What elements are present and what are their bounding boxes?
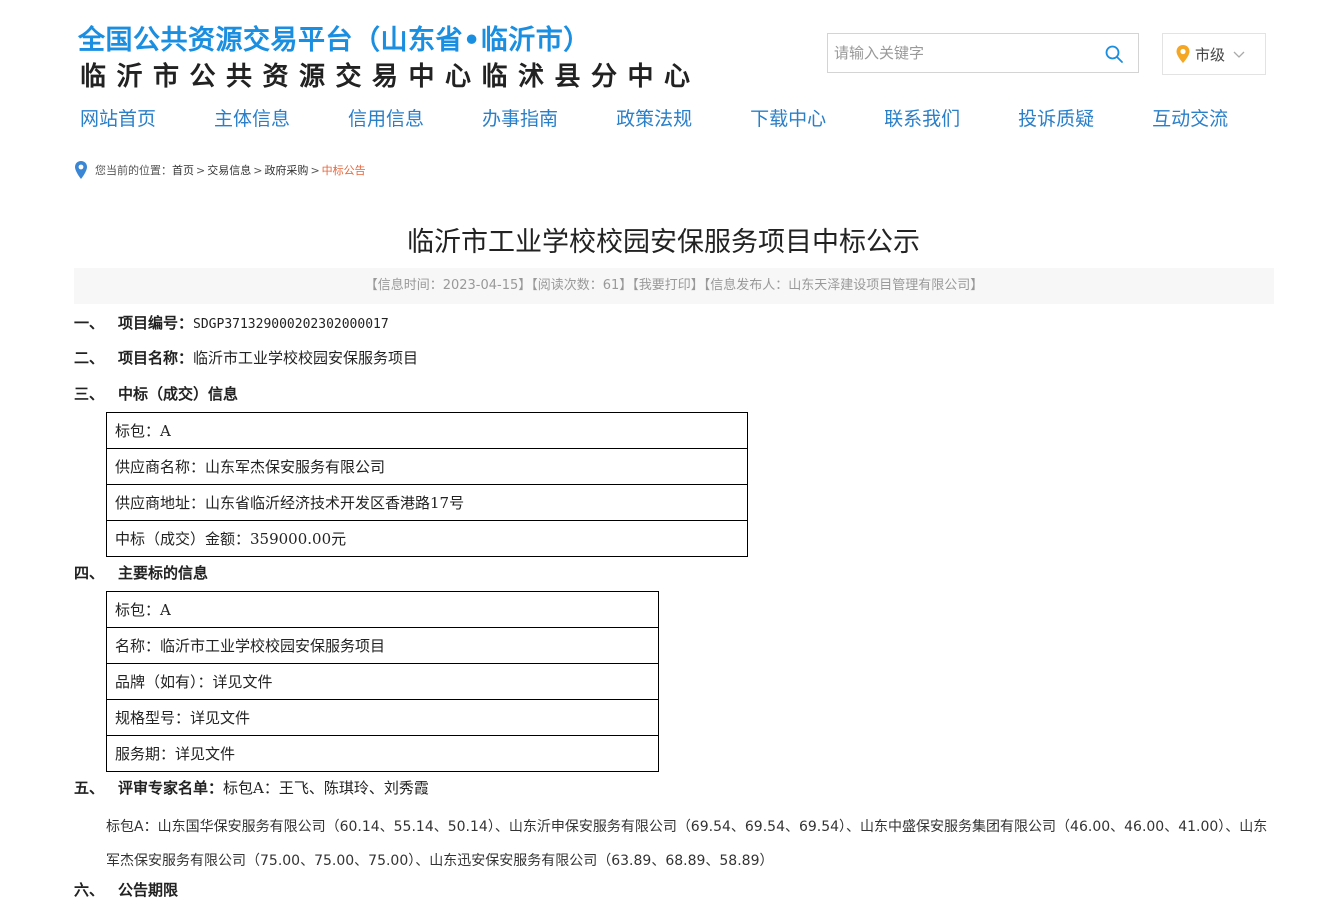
breadcrumb-home[interactable]: 首页 bbox=[172, 162, 194, 178]
table-row: 品牌（如有）：详见文件 bbox=[106, 663, 659, 700]
award-lot: 标包：A bbox=[106, 412, 748, 449]
section-award-info: 三、 中标（成交）信息 bbox=[74, 385, 239, 403]
subject-spec: 规格型号：详见文件 bbox=[106, 699, 659, 736]
article-meta: 【信息时间：2023-04-15】【阅读次数：61】【我要打印】【信息发布人：山… bbox=[74, 268, 1274, 304]
chevron-down-icon bbox=[1233, 51, 1245, 58]
nav-item-contact[interactable]: 联系我们 bbox=[884, 104, 960, 131]
subject-info-table: 标包：A 名称：临沂市工业学校校园安保服务项目 品牌（如有）：详见文件 规格型号… bbox=[106, 591, 659, 772]
section-project-name: 二、 项目名称：临沂市工业学校校园安保服务项目 bbox=[74, 349, 419, 367]
location-marker-icon bbox=[75, 161, 87, 179]
table-row: 名称：临沂市工业学校校园安保服务项目 bbox=[106, 627, 659, 664]
breadcrumb-prefix: 您当前的位置： bbox=[95, 164, 172, 177]
search-box bbox=[827, 33, 1139, 73]
subject-lot: 标包：A bbox=[106, 591, 659, 628]
nav-item-interaction[interactable]: 互动交流 bbox=[1152, 104, 1228, 131]
city-level-label: 市级 bbox=[1195, 45, 1226, 64]
table-row: 标包：A bbox=[106, 591, 659, 628]
breadcrumb-gov-procurement[interactable]: 政府采购 bbox=[264, 162, 308, 178]
award-supplier-address: 供应商地址：山东省临沂经济技术开发区香港路17号 bbox=[106, 484, 748, 521]
table-row: 标包：A bbox=[106, 412, 748, 449]
nav-item-entity-info[interactable]: 主体信息 bbox=[214, 104, 290, 131]
nav-item-guide[interactable]: 办事指南 bbox=[482, 104, 558, 131]
section-project-number: 一、 项目编号：SDGP371329000202302000017 bbox=[74, 314, 389, 332]
table-row: 中标（成交）金额：359000.00元 bbox=[106, 520, 748, 557]
breadcrumb: 您当前的位置： 首页 > 交易信息 > 政府采购 > 中标公告 bbox=[74, 160, 366, 180]
subject-service-period: 服务期：详见文件 bbox=[106, 735, 659, 772]
table-row: 规格型号：详见文件 bbox=[106, 699, 659, 736]
search-input[interactable] bbox=[828, 34, 1088, 72]
bid-scores-text: 标包A：山东国华保安服务有限公司（60.14、55.14、50.14）、山东沂申… bbox=[106, 819, 1268, 869]
main-nav: 网站首页 主体信息 信用信息 办事指南 政策法规 下载中心 联系我们 投诉质疑 … bbox=[80, 104, 1286, 131]
subject-brand: 品牌（如有）：详见文件 bbox=[106, 663, 659, 700]
award-amount: 中标（成交）金额：359000.00元 bbox=[106, 520, 748, 557]
award-supplier-name: 供应商名称：山东军杰保安服务有限公司 bbox=[106, 448, 748, 485]
city-level-select[interactable]: 市级 bbox=[1162, 33, 1266, 75]
location-pin-icon bbox=[1176, 45, 1190, 63]
center-title: 临沂市公共资源交易中心临沭县分中心 bbox=[80, 62, 701, 92]
nav-item-download[interactable]: 下载中心 bbox=[750, 104, 826, 131]
section-expert-list: 五、 评审专家名单：标包A：王飞、陈琪玲、刘秀霞 bbox=[74, 779, 429, 797]
platform-title: 全国公共资源交易平台（山东省•临沂市） bbox=[78, 25, 591, 56]
table-row: 供应商地址：山东省临沂经济技术开发区香港路17号 bbox=[106, 484, 748, 521]
search-icon[interactable] bbox=[1104, 44, 1124, 64]
nav-item-complaint[interactable]: 投诉质疑 bbox=[1018, 104, 1094, 131]
nav-item-credit-info[interactable]: 信用信息 bbox=[348, 104, 424, 131]
breadcrumb-trade-info[interactable]: 交易信息 bbox=[207, 162, 251, 178]
section-notice-period: 六、 公告期限 bbox=[74, 881, 179, 899]
table-row: 供应商名称：山东军杰保安服务有限公司 bbox=[106, 448, 748, 485]
nav-item-home[interactable]: 网站首页 bbox=[80, 104, 156, 131]
table-row: 服务期：详见文件 bbox=[106, 735, 659, 772]
breadcrumb-current[interactable]: 中标公告 bbox=[322, 162, 366, 178]
article-title: 临沂市工业学校校园安保服务项目中标公示 bbox=[407, 227, 920, 258]
award-info-table: 标包：A 供应商名称：山东军杰保安服务有限公司 供应商地址：山东省临沂经济技术开… bbox=[106, 412, 748, 557]
nav-item-policy[interactable]: 政策法规 bbox=[616, 104, 692, 131]
subject-name: 名称：临沂市工业学校校园安保服务项目 bbox=[106, 627, 659, 664]
section-subject-info: 四、 主要标的信息 bbox=[74, 564, 209, 582]
